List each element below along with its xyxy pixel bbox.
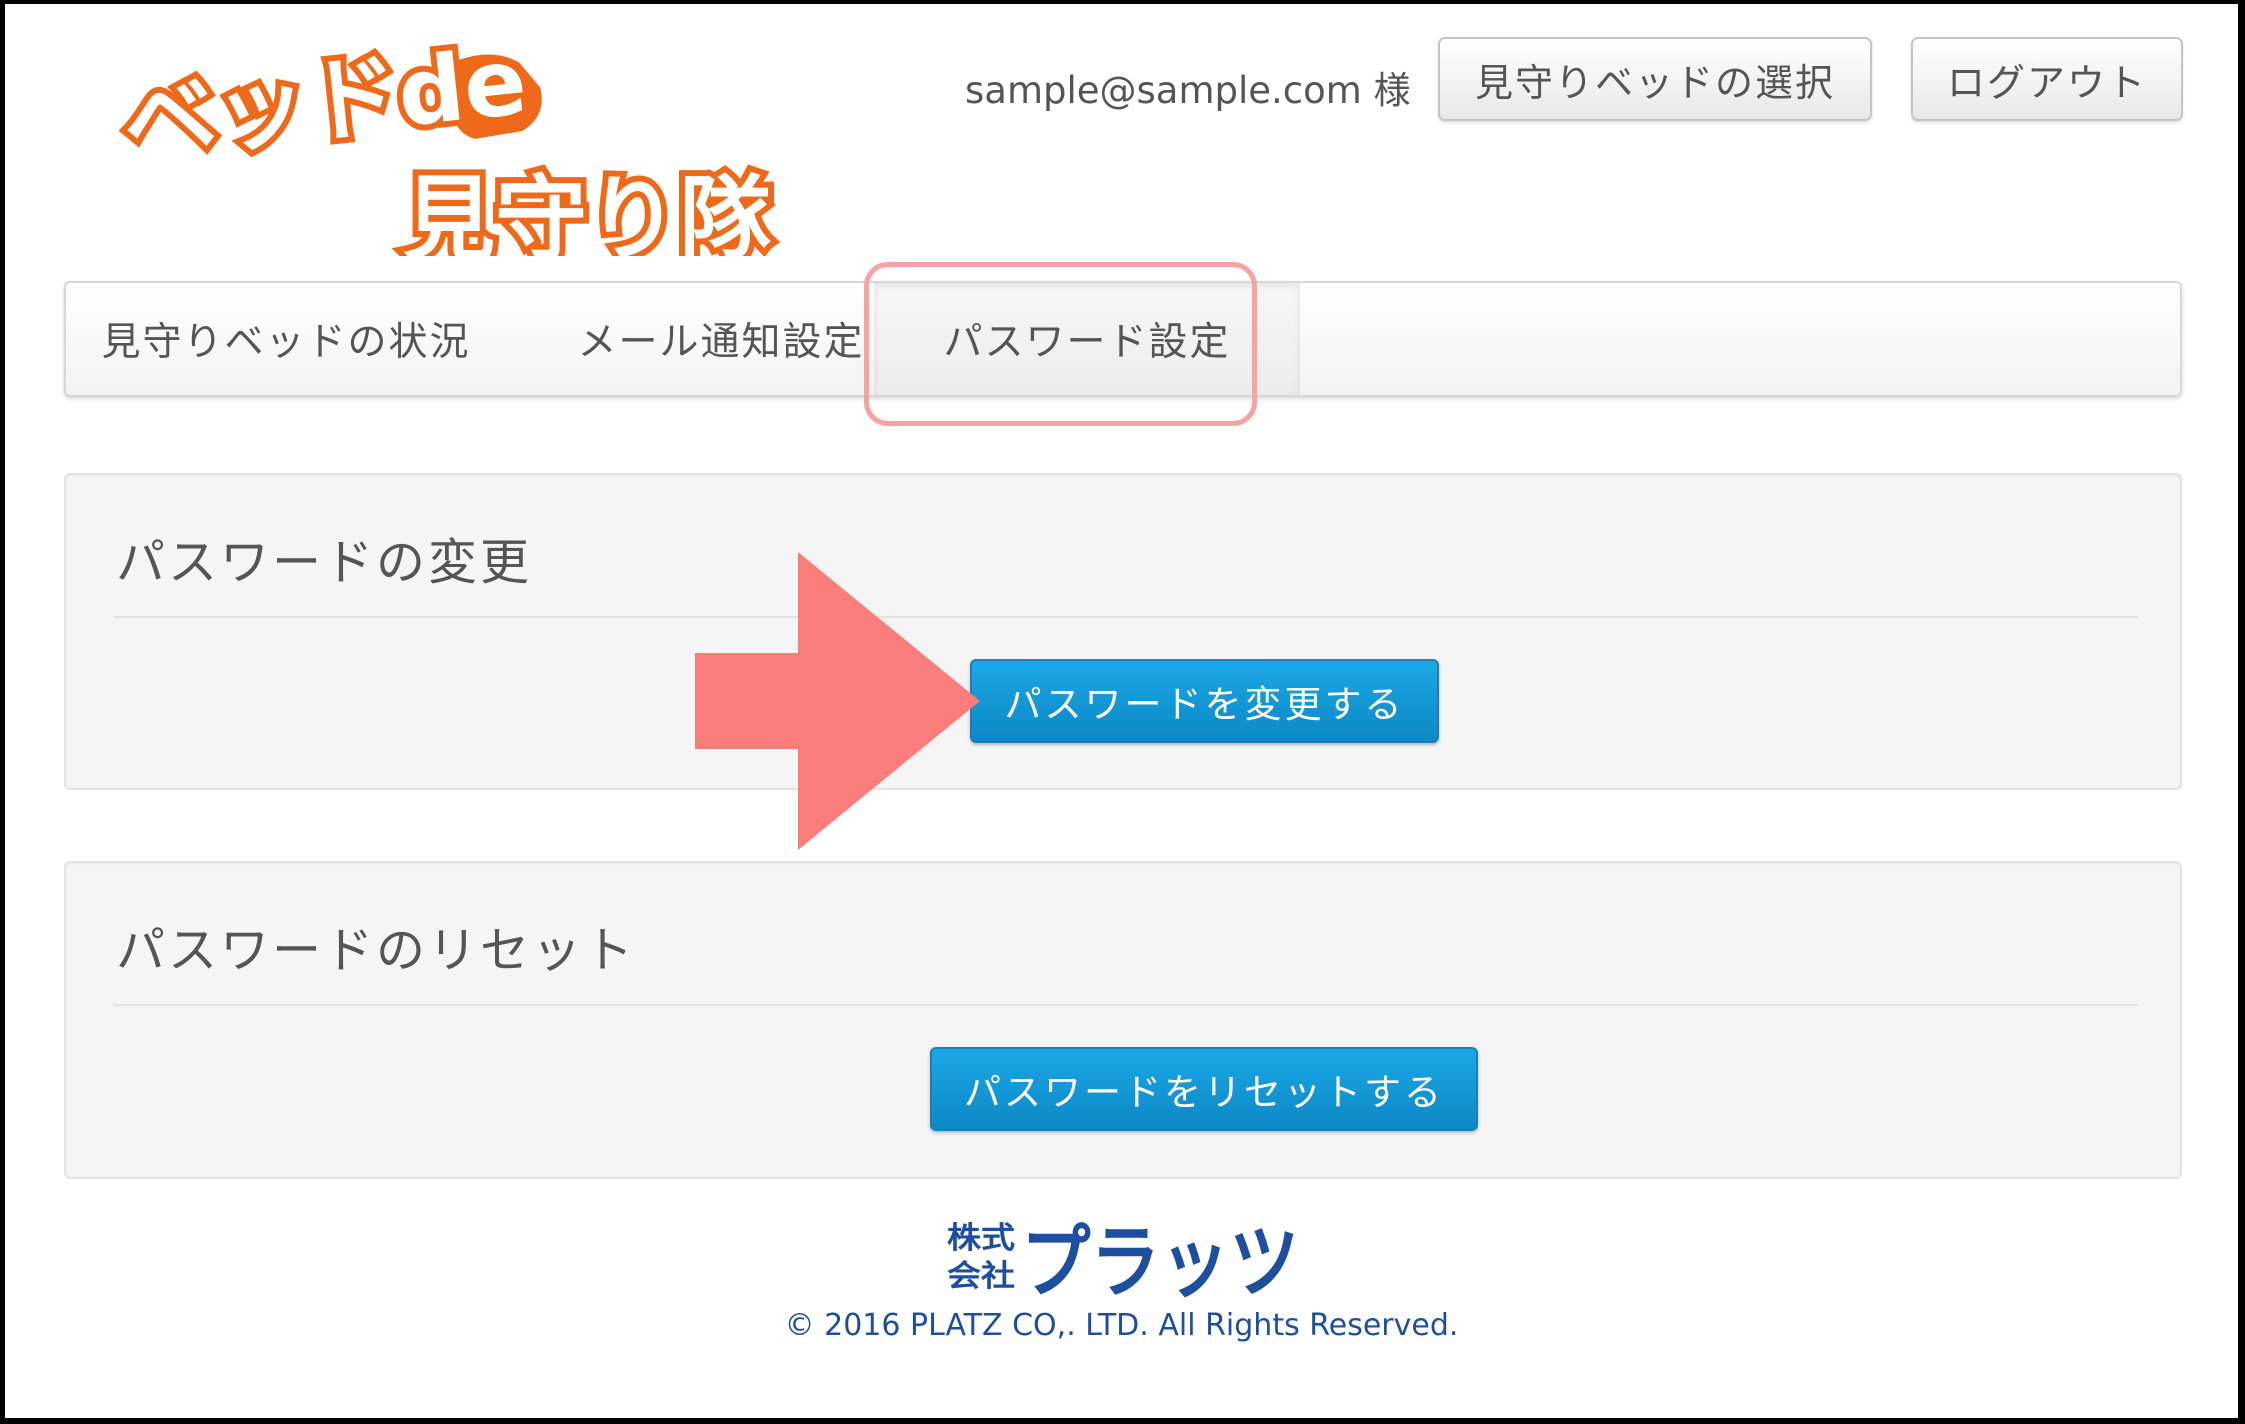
page: ベッドde 見守り隊 sample@sample.com 様 見守りベッドの選択… [5,4,2238,1418]
copyright-text: © 2016 PLATZ CO,. LTD. All Rights Reserv… [784,1308,1459,1343]
tab-mail-settings[interactable]: メール通知設定 [526,283,916,395]
main-nav: 見守りベッドの状況 メール通知設定 パスワード設定 [64,281,2182,397]
divider [114,1004,2138,1006]
divider [114,616,2138,618]
select-bed-button[interactable]: 見守りベッドの選択 [1438,37,1872,121]
logout-button[interactable]: ログアウト [1911,37,2183,121]
panel-title: パスワードのリセット [116,922,637,979]
logo-text-line1: ベッドde [118,28,531,177]
logo-text-line2: 見守り隊 [403,166,771,256]
reset-password-button[interactable]: パスワードをリセットする [930,1047,1478,1131]
tab-password-settings[interactable]: パスワード設定 [874,283,1300,395]
company-logo-main: プラッツ [1021,1216,1299,1300]
change-password-button[interactable]: パスワードを変更する [970,659,1439,743]
annotation-arrow-icon [695,552,980,850]
user-email-label: sample@sample.com 様 [965,69,1411,112]
company-logo-small-top: 株式 [947,1221,1015,1256]
site-logo[interactable]: ベッドde 見守り隊 [103,26,803,256]
company-logo: 株式 会社 プラッツ [947,1216,1299,1300]
tab-bed-status[interactable]: 見守りベッドの状況 [86,283,486,395]
company-logo-small-bottom: 会社 [947,1259,1015,1294]
reset-password-panel: パスワードのリセット [64,861,2182,1179]
panel-title: パスワードの変更 [116,534,533,591]
